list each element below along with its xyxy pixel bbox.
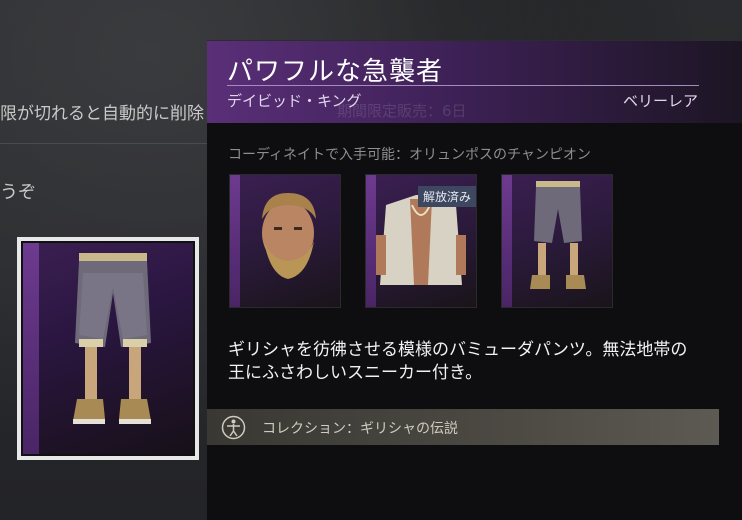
bermuda-pants-icon bbox=[73, 253, 151, 424]
item-tooltip-panel: 期間限定販売：6日 パワフルな急襲者 デイビッド・キング ベリーレア コーディネ… bbox=[207, 40, 742, 520]
vitruvian-man-icon bbox=[221, 415, 246, 440]
bearded-head-icon bbox=[262, 193, 316, 279]
item-description: ギリシャを彷彿させる模様のバミューダパンツ。無法地帯の王にふさわしいスニーカー付… bbox=[228, 340, 688, 383]
background-text-line-2: うぞ bbox=[0, 182, 36, 203]
selected-item-card[interactable] bbox=[17, 237, 199, 460]
selected-item-frame bbox=[21, 241, 195, 456]
set-availability-label: コーディネイトで入手可能：オリュンポスのチャンピオン bbox=[228, 147, 591, 163]
set-item-head[interactable] bbox=[229, 174, 341, 308]
collection-label: コレクション：ギリシャの伝説 bbox=[262, 421, 458, 437]
collection-bar[interactable]: コレクション：ギリシャの伝説 bbox=[207, 409, 719, 445]
background-text-line: 限が切れると自動的に削除 bbox=[0, 104, 204, 124]
background-divider bbox=[0, 143, 208, 144]
item-rarity: ベリーレア bbox=[622, 92, 698, 110]
bermuda-pants-icon bbox=[530, 181, 586, 289]
title-divider bbox=[227, 85, 699, 86]
set-item-torso[interactable]: 解放済み bbox=[365, 174, 477, 308]
item-owner: デイビッド・キング bbox=[227, 92, 362, 110]
unlocked-badge: 解放済み bbox=[417, 186, 476, 207]
set-items-row: 解放済み bbox=[229, 174, 613, 308]
set-item-legs[interactable] bbox=[501, 174, 613, 308]
item-title: パワフルな急襲者 bbox=[227, 57, 444, 87]
